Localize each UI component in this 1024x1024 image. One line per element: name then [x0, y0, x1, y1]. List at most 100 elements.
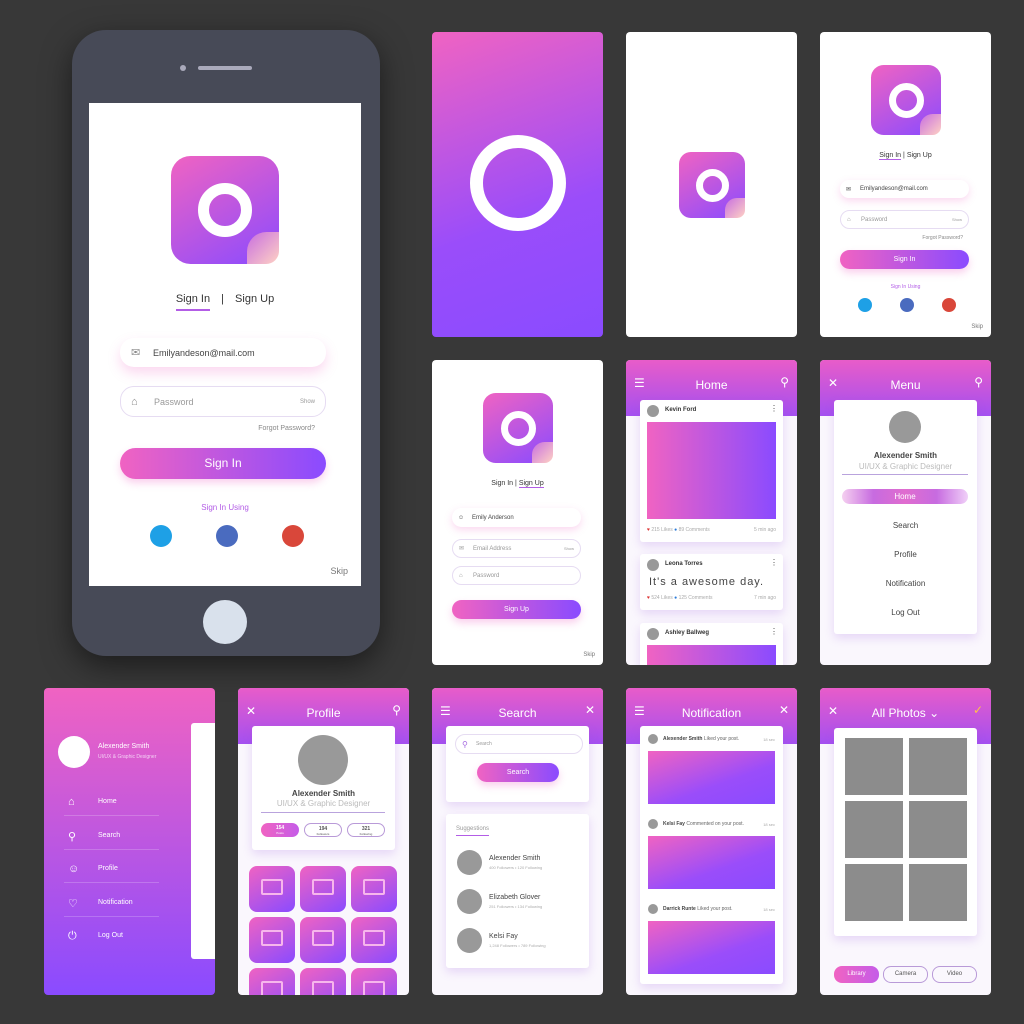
password-field[interactable]: ⌂ Password Show: [120, 386, 326, 417]
photo-thumbnail[interactable]: [300, 968, 346, 995]
forgot-password-link[interactable]: Forgot Password?: [258, 425, 315, 432]
sign-up-button[interactable]: Sign Up: [452, 600, 581, 619]
post-author[interactable]: Leona Torres: [665, 561, 703, 567]
sign-in-button[interactable]: Sign In: [120, 448, 326, 479]
search-button[interactable]: Search: [477, 763, 559, 782]
sidebar-item-home[interactable]: ⌂ Home: [64, 796, 159, 816]
search-icon[interactable]: ⚲: [392, 703, 401, 717]
google-button[interactable]: [282, 525, 304, 547]
sidebar-item-notification[interactable]: ♡ Notification: [64, 897, 159, 917]
comment-icon[interactable]: ●: [674, 595, 677, 601]
menu-item-search[interactable]: Search: [834, 521, 977, 530]
menu-item-log-out[interactable]: Log Out: [834, 608, 977, 617]
twitter-button[interactable]: [150, 525, 172, 547]
heart-icon[interactable]: ♥: [647, 595, 650, 601]
photo-thumbnail[interactable]: [300, 917, 346, 963]
suggestion-item[interactable]: Kelsi Fay 1,248 Followers • 789 Following: [457, 928, 582, 954]
skip-link[interactable]: Skip: [583, 652, 595, 658]
facebook-button[interactable]: [900, 298, 914, 312]
photo-placeholder[interactable]: [909, 864, 967, 921]
search-input[interactable]: ⚲ Search: [455, 734, 583, 754]
suggestion-item[interactable]: Alexender Smith 400 Followers • 120 Follo…: [457, 850, 582, 876]
post-card: Kevin Ford ⋮ ♥ 215 Likes ● 89 Comments 5 …: [640, 400, 783, 542]
photo-placeholder[interactable]: [909, 801, 967, 858]
sign-up-tab[interactable]: Sign Up: [235, 293, 274, 305]
photo-placeholder[interactable]: [845, 738, 903, 795]
close-icon[interactable]: ✕: [779, 703, 789, 717]
sign-in-tab[interactable]: Sign In: [491, 480, 513, 487]
suggestion-item[interactable]: Elizabeth Glover 251 Followers • 134 Foll…: [457, 889, 582, 915]
facebook-button[interactable]: [216, 525, 238, 547]
menu-item-notification[interactable]: Notification: [834, 579, 977, 588]
post-author[interactable]: Ashley Ballweg: [665, 630, 709, 636]
separator: |: [903, 152, 905, 159]
image-icon: [363, 981, 385, 995]
post-image[interactable]: [647, 422, 776, 519]
sidebar-item-log-out[interactable]: ⏻ Log Out: [64, 930, 159, 950]
image-icon: [261, 879, 283, 895]
more-options-icon[interactable]: ⋮: [770, 558, 778, 567]
home-button[interactable]: [203, 600, 247, 644]
notification-item[interactable]: Alexender Smith Liked your post. 18 sec: [648, 734, 775, 814]
password-field[interactable]: ⌂ Password: [452, 566, 581, 585]
show-password-toggle[interactable]: Show: [300, 399, 315, 405]
image-icon: [363, 930, 385, 946]
twitter-button[interactable]: [858, 298, 872, 312]
search-icon[interactable]: ⚲: [974, 375, 983, 389]
screen-title: Notification: [681, 706, 742, 720]
sidebar-item-profile[interactable]: ☺ Profile: [64, 863, 159, 883]
email-field[interactable]: ✉ Email Address Show: [452, 539, 581, 558]
post-time: 5 min ago: [754, 527, 776, 533]
sign-in-button[interactable]: Sign In: [840, 250, 969, 269]
sign-in-tab[interactable]: Sign In: [175, 293, 211, 311]
password-field[interactable]: ⌂ Password Show: [840, 210, 969, 229]
tab-camera[interactable]: Camera: [883, 966, 928, 983]
more-options-icon[interactable]: ⋮: [770, 627, 778, 636]
show-toggle[interactable]: Show: [564, 546, 574, 551]
search-icon[interactable]: ⚲: [780, 375, 789, 389]
photo-thumbnail[interactable]: [249, 866, 295, 912]
photo-thumbnail[interactable]: [351, 866, 397, 912]
tab-library[interactable]: Library: [834, 966, 879, 983]
sign-up-tab[interactable]: Sign Up: [518, 480, 544, 488]
sign-in-tab[interactable]: Sign In: [879, 152, 902, 160]
photo-thumbnail[interactable]: [351, 917, 397, 963]
close-icon[interactable]: ✕: [585, 703, 595, 717]
photo-thumbnail[interactable]: [351, 968, 397, 995]
comment-icon[interactable]: ●: [674, 527, 677, 533]
email-field[interactable]: ✉ Emilyandeson@mail.com: [120, 338, 326, 367]
heart-icon[interactable]: ♥: [647, 527, 650, 533]
tab-video[interactable]: Video: [932, 966, 977, 983]
stat-followers[interactable]: 194 Followers: [304, 823, 342, 837]
photo-thumbnail[interactable]: [249, 968, 295, 995]
photo-placeholder[interactable]: [845, 801, 903, 858]
name-field[interactable]: ☺ Emily Anderson: [452, 508, 581, 527]
sidebar-item-search[interactable]: ⚲ Search: [64, 830, 159, 850]
image-icon: [261, 930, 283, 946]
speaker: [198, 66, 252, 70]
post-author[interactable]: Kevin Ford: [665, 407, 696, 413]
menu-item-profile[interactable]: Profile: [834, 550, 977, 559]
photo-placeholder[interactable]: [845, 864, 903, 921]
more-options-icon[interactable]: ⋮: [770, 404, 778, 413]
notification-item[interactable]: Darrick Runte Liked your post. 18 sec: [648, 904, 775, 984]
album-selector[interactable]: All Photos ⌄: [820, 706, 991, 720]
stat-following[interactable]: 321 Following: [347, 823, 385, 837]
skip-link[interactable]: Skip: [971, 324, 983, 330]
photo-thumbnail[interactable]: [300, 866, 346, 912]
forgot-password-link[interactable]: Forgot Password?: [922, 235, 963, 241]
sign-up-tab[interactable]: Sign Up: [907, 152, 932, 159]
photo-thumbnail[interactable]: [249, 917, 295, 963]
stat-posts[interactable]: 154 Posts: [261, 823, 299, 837]
notification-item[interactable]: Kelsi Fay Commented on your post. 18 sec: [648, 819, 775, 899]
home-screen: ☰ Home ⚲ Kevin Ford ⋮ ♥ 215 Likes ● 89 Com…: [626, 360, 797, 665]
show-password-toggle[interactable]: Show: [952, 217, 962, 222]
post-image[interactable]: [647, 645, 776, 665]
google-button[interactable]: [942, 298, 956, 312]
menu-item-home[interactable]: Home: [842, 489, 968, 504]
photo-placeholder[interactable]: [909, 738, 967, 795]
check-icon[interactable]: ✓: [973, 703, 983, 717]
user-icon: ☺: [458, 514, 465, 521]
email-field[interactable]: ✉ Emilyandeson@mail.com: [840, 180, 969, 198]
skip-link[interactable]: Skip: [330, 566, 348, 576]
